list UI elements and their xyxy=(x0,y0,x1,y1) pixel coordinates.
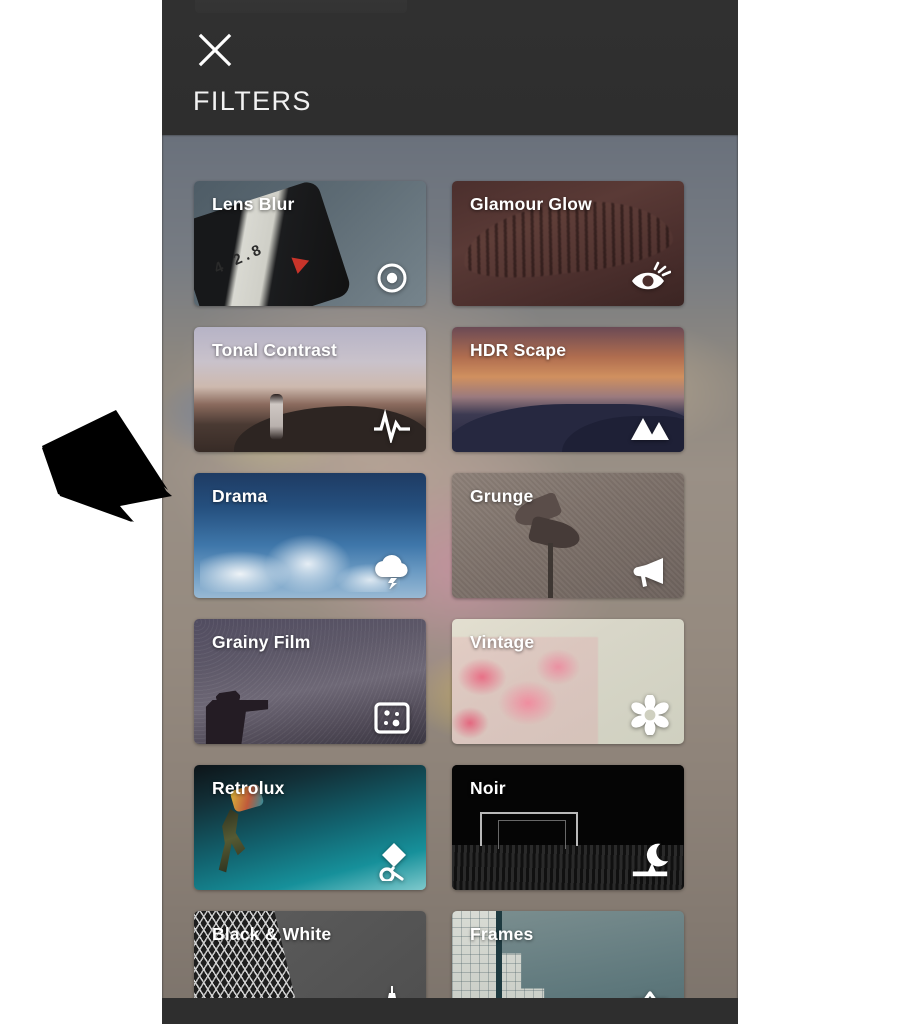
lens-aperture-icon xyxy=(371,255,413,297)
filter-card-grainy-film[interactable]: Grainy Film xyxy=(194,619,426,744)
filter-card-grunge[interactable]: Grunge xyxy=(452,473,684,598)
filter-label: Lens Blur xyxy=(212,194,295,214)
filter-label: Vintage xyxy=(470,632,535,652)
page-title: FILTERS xyxy=(193,86,312,116)
filter-card-glamour-glow[interactable]: Glamour Glow xyxy=(452,181,684,306)
filter-label: Drama xyxy=(212,486,268,506)
filter-card-retrolux[interactable]: Retrolux xyxy=(194,765,426,890)
filter-card-lens-blur[interactable]: Lens Blur xyxy=(194,181,426,306)
filters-grid: Lens Blur Glamour Glow xyxy=(194,181,706,1024)
kite-icon xyxy=(371,839,413,881)
filter-card-drama[interactable]: Drama xyxy=(194,473,426,598)
filter-label: Glamour Glow xyxy=(470,194,592,214)
close-button[interactable] xyxy=(187,22,243,78)
filter-label: Frames xyxy=(470,924,534,944)
filter-card-tonal-contrast[interactable]: Tonal Contrast xyxy=(194,327,426,452)
close-icon xyxy=(198,33,232,67)
film-grain-icon xyxy=(371,693,413,735)
crescent-moon-icon xyxy=(629,839,671,881)
filter-label: Grainy Film xyxy=(212,632,311,652)
eye-icon xyxy=(629,255,671,297)
filter-card-noir[interactable]: Noir xyxy=(452,765,684,890)
pointer-arrow xyxy=(42,410,172,522)
filter-label: Retrolux xyxy=(212,778,285,798)
panel-footer xyxy=(162,998,738,1024)
filter-label: Grunge xyxy=(470,486,534,506)
flower-icon xyxy=(629,693,671,735)
screenshot-root: FILTERS Lens Blur xyxy=(0,0,901,1024)
filter-label: Black & White xyxy=(212,924,332,944)
filter-label: Noir xyxy=(470,778,506,798)
waveform-icon xyxy=(371,401,413,443)
scrolled-card-sliver xyxy=(195,0,407,13)
megaphone-icon xyxy=(629,547,671,589)
filter-label: HDR Scape xyxy=(470,340,567,360)
mountains-icon xyxy=(629,401,671,443)
filter-label: Tonal Contrast xyxy=(212,340,337,360)
storm-cloud-icon xyxy=(371,547,413,589)
filter-card-hdr-scape[interactable]: HDR Scape xyxy=(452,327,684,452)
filters-panel: FILTERS Lens Blur xyxy=(162,0,738,1024)
filter-card-vintage[interactable]: Vintage xyxy=(452,619,684,744)
